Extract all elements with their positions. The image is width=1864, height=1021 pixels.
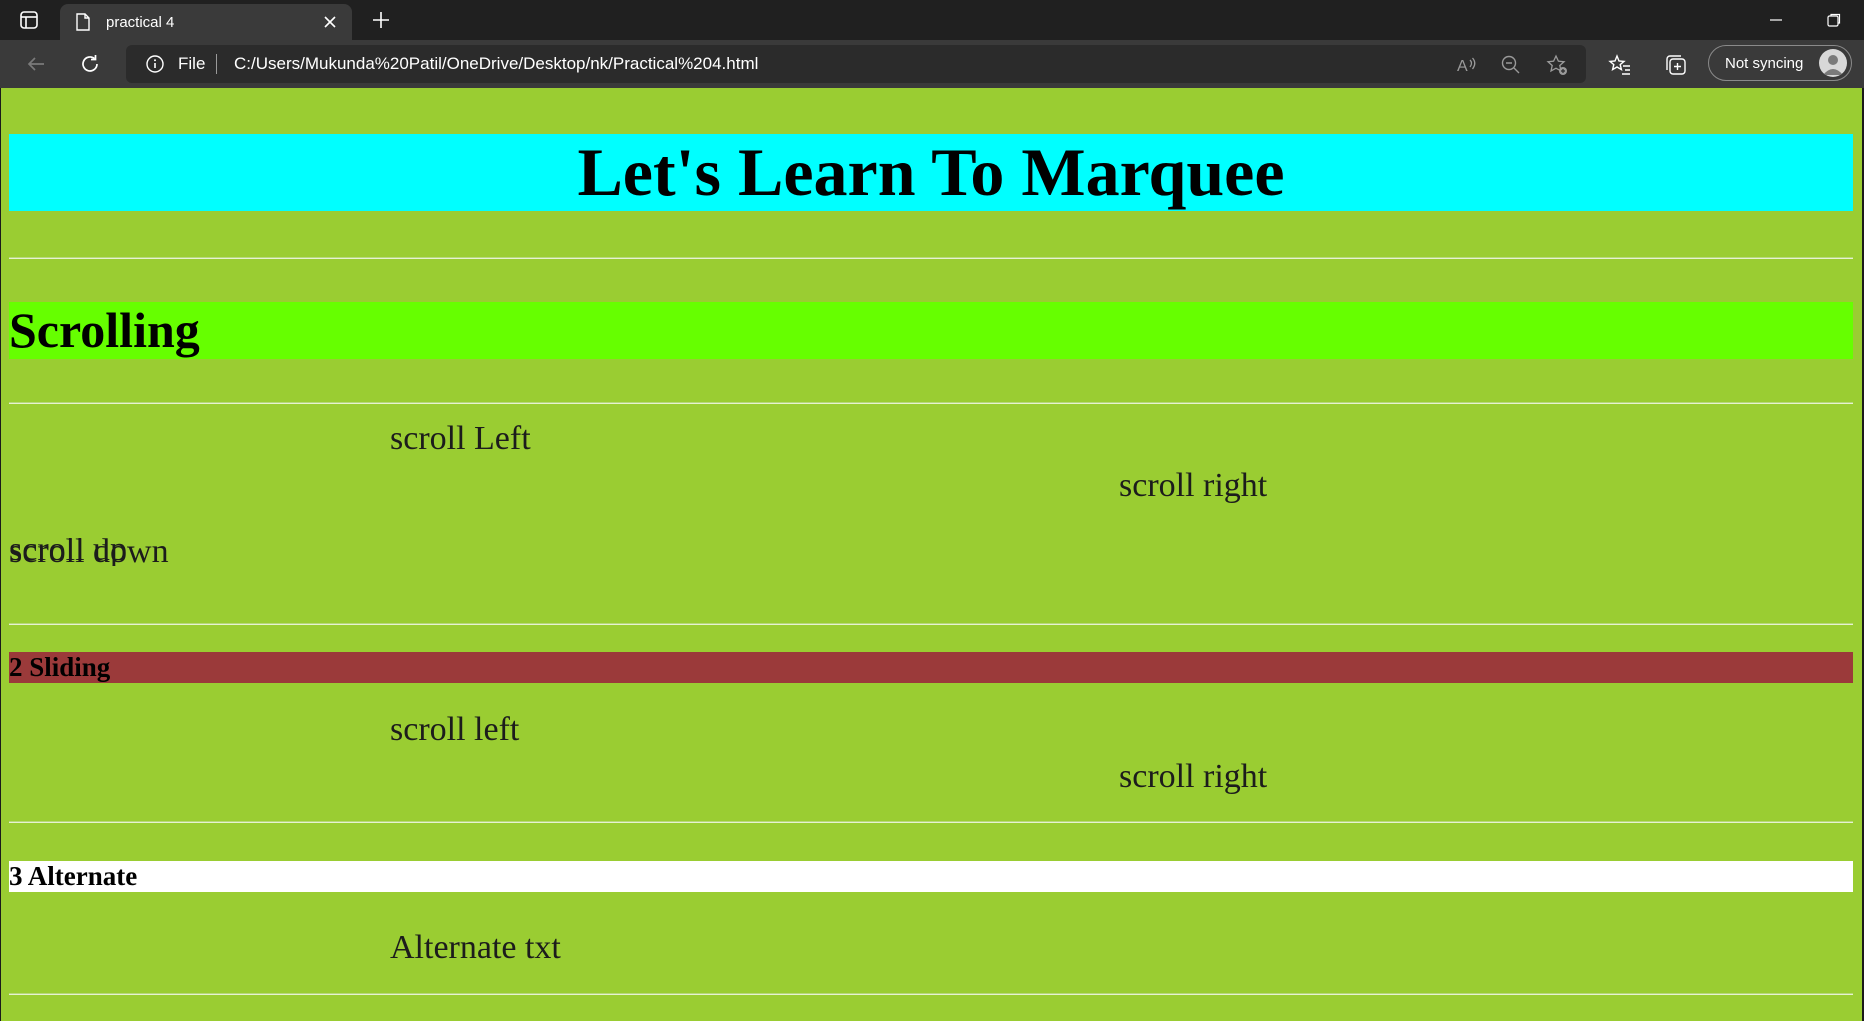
marquee-vertical-clip: scroll up scroll down bbox=[9, 538, 409, 566]
marquee-scroll-down: scroll down bbox=[9, 538, 169, 566]
alternate-heading: 3 Alternate bbox=[9, 861, 138, 891]
marquee-scroll-left: scroll Left bbox=[390, 420, 531, 457]
horizontal-rule bbox=[9, 257, 1853, 259]
profile-button[interactable]: Not syncing bbox=[1708, 45, 1852, 81]
address-separator bbox=[216, 54, 217, 74]
profile-sync-label: Not syncing bbox=[1725, 54, 1804, 72]
alternate-heading-banner: 3 Alternate bbox=[9, 861, 1853, 892]
tab-practical-4[interactable]: practical 4 bbox=[60, 4, 352, 40]
back-arrow-icon[interactable] bbox=[22, 50, 50, 78]
scrolling-heading: Scrolling bbox=[9, 302, 200, 358]
tab-title: practical 4 bbox=[106, 13, 175, 31]
horizontal-rule bbox=[9, 821, 1853, 823]
horizontal-rule bbox=[9, 993, 1853, 995]
page-title: Let's Learn To Marquee bbox=[577, 134, 1285, 210]
marquee-slide-right: scroll right bbox=[1119, 758, 1268, 795]
page-viewport: Let's Learn To Marquee Scrolling scroll … bbox=[0, 88, 1864, 1021]
scrolling-heading-banner: Scrolling bbox=[9, 302, 1853, 359]
marquee-scroll-right: scroll right bbox=[1119, 467, 1268, 504]
collections-icon[interactable] bbox=[1664, 53, 1688, 77]
read-aloud-icon[interactable]: A bbox=[1456, 54, 1478, 76]
browser-toolbar: File C:/Users/Mukunda%20Patil/OneDrive/D… bbox=[0, 40, 1864, 88]
marquee-alternate: Alternate txt bbox=[390, 929, 561, 966]
svg-text:A: A bbox=[1457, 58, 1468, 75]
tab-actions-icon[interactable] bbox=[18, 9, 40, 31]
browser-title-bar: practical 4 bbox=[0, 0, 1864, 40]
horizontal-rule bbox=[9, 623, 1853, 625]
page-title-banner: Let's Learn To Marquee bbox=[9, 134, 1853, 211]
add-favorite-icon[interactable] bbox=[1546, 54, 1568, 76]
marquee-slide-left: scroll left bbox=[390, 711, 520, 748]
sliding-heading: 2 Sliding bbox=[9, 652, 111, 682]
zoom-out-icon[interactable] bbox=[1500, 54, 1522, 76]
page-border-left bbox=[0, 88, 1, 1021]
favorites-icon[interactable] bbox=[1608, 53, 1632, 77]
address-bar[interactable]: File C:/Users/Mukunda%20Patil/OneDrive/D… bbox=[126, 45, 1586, 83]
address-scheme-label: File bbox=[178, 54, 206, 73]
document-icon bbox=[74, 13, 92, 31]
minimize-icon[interactable] bbox=[1754, 6, 1798, 34]
horizontal-rule bbox=[9, 402, 1853, 404]
avatar-icon bbox=[1819, 49, 1847, 77]
sliding-heading-banner: 2 Sliding bbox=[9, 652, 1853, 683]
restore-icon[interactable] bbox=[1812, 6, 1856, 34]
refresh-icon[interactable] bbox=[76, 50, 104, 78]
info-icon[interactable] bbox=[146, 55, 164, 73]
close-tab-icon[interactable] bbox=[318, 10, 342, 34]
new-tab-icon[interactable] bbox=[368, 7, 394, 33]
url-text[interactable]: C:/Users/Mukunda%20Patil/OneDrive/Deskto… bbox=[234, 54, 758, 74]
